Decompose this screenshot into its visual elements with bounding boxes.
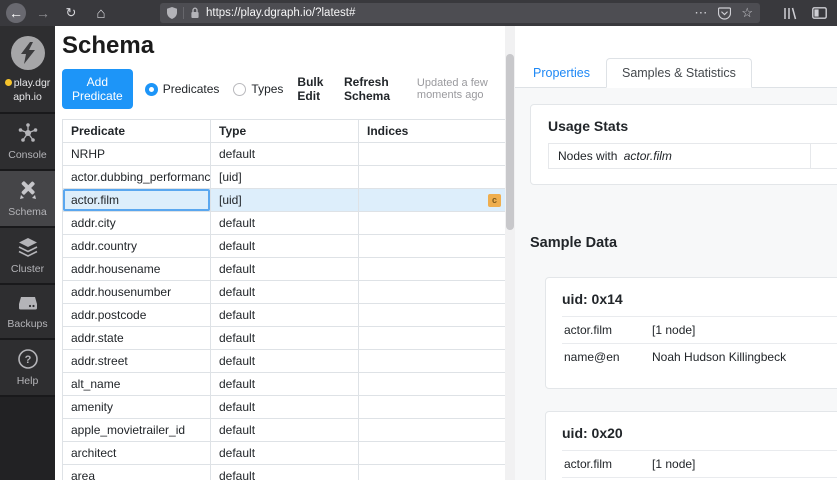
url-bar[interactable]: https://play.dgraph.io/?latest# ⋯ ☆ (160, 3, 760, 23)
crossed-pencils-icon (17, 179, 39, 201)
predicates-table: Predicate Type Indices NRHPdefault actor… (62, 119, 505, 480)
predicate-details-panel: Properties Samples & Statistics Usage St… (515, 26, 837, 480)
node-uid-label: uid: 0x20 (562, 425, 837, 441)
predicate-name-italic: actor.film (624, 149, 672, 163)
page-actions-icon[interactable]: ⋯ (694, 5, 708, 21)
layers-icon (17, 236, 39, 258)
last-updated-text: Updated a few moments ago (417, 77, 505, 101)
tab-properties[interactable]: Properties (517, 58, 606, 88)
table-header-row: Predicate Type Indices (63, 120, 506, 143)
sidebar-filler (0, 397, 55, 480)
bookmark-star-icon[interactable]: ☆ (741, 5, 753, 21)
add-predicate-button[interactable]: Add Predicate (62, 69, 133, 109)
details-tab-bar: Properties Samples & Statistics (515, 58, 837, 88)
sample-data-title: Sample Data (530, 235, 837, 251)
app-sidebar: play.dgraph.io Console Schema Cluster Ba… (0, 26, 55, 480)
table-row[interactable]: NRHPdefault (63, 143, 506, 166)
count-index-badge: c (488, 194, 501, 207)
connection-status-dot (5, 79, 12, 86)
column-header-type[interactable]: Type (211, 120, 359, 143)
schema-toolbar: Add Predicate Predicates Types Bulk Edit… (62, 69, 505, 109)
sample-attribute-row: name@en Noah Hudson Killingbeck (562, 343, 837, 370)
url-text[interactable]: https://play.dgraph.io/?latest# (206, 7, 694, 19)
scrollbar-thumb[interactable] (506, 54, 514, 230)
usage-stats-value (811, 144, 837, 168)
table-row[interactable]: actor.dubbing_performances[uid] (63, 166, 506, 189)
question-circle-icon: ? (17, 348, 39, 370)
table-row[interactable]: architectdefault (63, 442, 506, 465)
schema-pane: Schema Add Predicate Predicates Types Bu… (55, 26, 505, 480)
table-row[interactable]: addr.statedefault (63, 327, 506, 350)
types-radio-label: Types (251, 82, 283, 96)
bulk-edit-button[interactable]: Bulk Edit (297, 75, 330, 103)
radio-unselected-icon (233, 83, 246, 96)
table-row[interactable]: amenitydefault (63, 396, 506, 419)
column-header-indices[interactable]: Indices (359, 120, 506, 143)
sidebar-item-label: Help (17, 375, 39, 387)
sample-node-card: uid: 0x20 actor.film [1 node] name@en Sa… (545, 411, 837, 480)
hard-drive-icon (17, 293, 39, 313)
sample-node-card: uid: 0x14 actor.film [1 node] name@en No… (545, 277, 837, 389)
sidebar-item-label: Cluster (11, 263, 44, 275)
column-header-predicate[interactable]: Predicate (63, 120, 211, 143)
url-separator (183, 7, 184, 19)
sidebar-item-backups[interactable]: Backups (0, 285, 55, 340)
sidebar-item-schema[interactable]: Schema (0, 171, 55, 228)
radio-selected-icon (145, 83, 158, 96)
table-row[interactable]: addr.housenumberdefault (63, 281, 506, 304)
sidebar-item-label: Backups (7, 318, 47, 330)
sidebar-item-console[interactable]: Console (0, 114, 55, 171)
brand-block[interactable]: play.dgraph.io (0, 26, 55, 114)
graph-network-icon (17, 122, 39, 144)
refresh-schema-button[interactable]: Refresh Schema (344, 75, 403, 103)
table-row[interactable]: addr.citydefault (63, 212, 506, 235)
sample-attribute-row: actor.film [1 node] (562, 450, 837, 477)
refresh-icon[interactable]: ↻ (60, 2, 82, 24)
node-uid-label: uid: 0x14 (562, 291, 837, 307)
forward-icon[interactable]: → (32, 2, 54, 24)
home-icon[interactable]: ⌂ (90, 2, 112, 24)
sidebar-item-label: Console (8, 149, 47, 161)
sample-attribute-row: actor.film [1 node] (562, 316, 837, 343)
types-radio[interactable]: Types (233, 82, 283, 96)
table-row[interactable]: addr.streetdefault (63, 350, 506, 373)
samples-statistics-content: Usage Stats Nodes with actor.film Sample… (515, 88, 837, 480)
predicates-radio-label: Predicates (163, 82, 220, 96)
dgraph-logo-icon (11, 36, 45, 70)
predicates-radio[interactable]: Predicates (145, 82, 220, 96)
tab-samples-statistics[interactable]: Samples & Statistics (606, 58, 752, 88)
pocket-icon[interactable] (718, 7, 731, 20)
sidebar-toggle-icon[interactable] (812, 7, 827, 19)
usage-stats-title: Usage Stats (548, 118, 837, 134)
table-row[interactable]: areadefault (63, 465, 506, 480)
table-row[interactable]: addr.housenamedefault (63, 258, 506, 281)
sidebar-item-label: Schema (8, 206, 47, 218)
usage-stats-label: Nodes with actor.film (549, 144, 811, 168)
vertical-scrollbar[interactable] (505, 26, 515, 480)
table-row-selected[interactable]: actor.film [uid] c (63, 189, 506, 212)
svg-text:?: ? (24, 354, 31, 366)
browser-toolbar: ← → ↻ ⌂ https://play.dgraph.io/?latest# … (0, 0, 837, 26)
sidebar-item-cluster[interactable]: Cluster (0, 228, 55, 285)
usage-stats-card: Usage Stats Nodes with actor.film (530, 104, 837, 185)
table-row[interactable]: addr.postcodedefault (63, 304, 506, 327)
table-row[interactable]: alt_namedefault (63, 373, 506, 396)
shield-icon[interactable] (167, 7, 177, 19)
connected-server-label: play.dgraph.io (5, 76, 51, 104)
table-row[interactable]: apple_movietrailer_iddefault (63, 419, 506, 442)
back-icon[interactable]: ← (6, 3, 26, 23)
page-title: Schema (62, 32, 505, 60)
library-icon[interactable] (783, 7, 798, 20)
sidebar-item-help[interactable]: ? Help (0, 340, 55, 397)
table-row[interactable]: addr.countrydefault (63, 235, 506, 258)
lock-icon[interactable] (190, 7, 200, 19)
usage-stats-row: Nodes with actor.film (548, 143, 837, 169)
